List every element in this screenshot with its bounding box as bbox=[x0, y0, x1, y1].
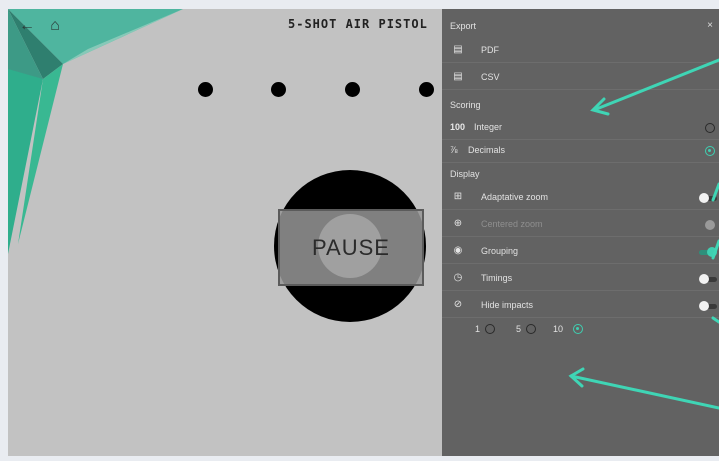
target-canvas: ← ⌂ 5-SHOT AIR PISTOL PAUSE bbox=[8, 9, 442, 456]
hide-icon: ⊘ bbox=[453, 299, 463, 310]
integer-prefix: 100 bbox=[450, 122, 466, 132]
impact-count-selector: 1 5 10 bbox=[442, 319, 719, 341]
export-pdf-label: PDF bbox=[481, 45, 499, 55]
app-window: ← ⌂ 5-SHOT AIR PISTOL PAUSE Export × ▤ P… bbox=[8, 9, 719, 456]
display-item-grouping[interactable]: ◉ Grouping bbox=[442, 241, 719, 264]
settings-panel: Export × ▤ PDF ▤ CSV Scoring 100 Integer… bbox=[442, 9, 719, 456]
impact-count-1-label: 1 bbox=[475, 324, 481, 334]
pause-button[interactable]: PAUSE bbox=[278, 209, 424, 286]
close-icon[interactable]: × bbox=[707, 20, 713, 31]
impact-count-5-label: 5 bbox=[516, 324, 522, 334]
hide-impacts-toggle[interactable] bbox=[699, 301, 717, 311]
page-title: 5-SHOT AIR PISTOL bbox=[288, 17, 428, 31]
crosshair-icon: ⊕ bbox=[453, 218, 463, 229]
scoring-heading: Scoring bbox=[450, 100, 481, 110]
impact-count-10-radio[interactable] bbox=[573, 324, 583, 334]
centered-zoom-toggle[interactable] bbox=[699, 220, 717, 230]
scoring-option-decimals[interactable]: ⅞ Decimals bbox=[442, 140, 719, 163]
shot-dot bbox=[198, 82, 213, 97]
timer-icon: ◷ bbox=[453, 272, 463, 283]
display-heading: Display bbox=[450, 169, 480, 179]
crop-icon: ⊞ bbox=[453, 191, 463, 202]
scoring-option-integer[interactable]: 100 Integer bbox=[442, 117, 719, 140]
hide-impacts-label: Hide impacts bbox=[481, 300, 534, 310]
grouping-label: Grouping bbox=[481, 246, 519, 256]
shot-dot bbox=[345, 82, 360, 97]
file-icon: ▤ bbox=[453, 44, 463, 55]
impact-count-1-radio[interactable] bbox=[485, 324, 495, 334]
integer-label: Integer bbox=[474, 122, 503, 132]
grouping-toggle[interactable] bbox=[699, 247, 717, 257]
decimals-prefix: ⅞ bbox=[450, 145, 458, 155]
shot-indicators bbox=[198, 82, 438, 98]
shot-dot bbox=[419, 82, 434, 97]
shot-dot bbox=[271, 82, 286, 97]
export-heading: Export bbox=[450, 21, 477, 31]
home-icon[interactable]: ⌂ bbox=[46, 17, 64, 35]
integer-radio[interactable] bbox=[705, 123, 715, 133]
adaptative-zoom-label: Adaptative zoom bbox=[481, 192, 549, 202]
display-item-adaptative-zoom[interactable]: ⊞ Adaptative zoom bbox=[442, 187, 719, 210]
display-item-centered-zoom[interactable]: ⊕ Centered zoom bbox=[442, 214, 719, 237]
export-csv-item[interactable]: ▤ CSV bbox=[442, 67, 719, 90]
export-csv-label: CSV bbox=[481, 72, 500, 82]
decimals-label: Decimals bbox=[468, 145, 506, 155]
display-item-timings[interactable]: ◷ Timings bbox=[442, 268, 719, 291]
adaptative-zoom-toggle[interactable] bbox=[699, 193, 717, 203]
file-icon: ▤ bbox=[453, 71, 463, 82]
timings-label: Timings bbox=[481, 273, 513, 283]
impact-count-10-label: 10 bbox=[553, 324, 564, 334]
decimals-radio[interactable] bbox=[705, 146, 715, 156]
centered-zoom-label: Centered zoom bbox=[481, 219, 543, 229]
timings-toggle[interactable] bbox=[699, 274, 717, 284]
arrow-left-icon[interactable]: ← bbox=[18, 17, 36, 35]
display-item-hide-impacts[interactable]: ⊘ Hide impacts bbox=[442, 295, 719, 318]
eye-icon: ◉ bbox=[453, 245, 463, 256]
impact-count-5-radio[interactable] bbox=[526, 324, 536, 334]
export-pdf-item[interactable]: ▤ PDF bbox=[442, 40, 719, 63]
